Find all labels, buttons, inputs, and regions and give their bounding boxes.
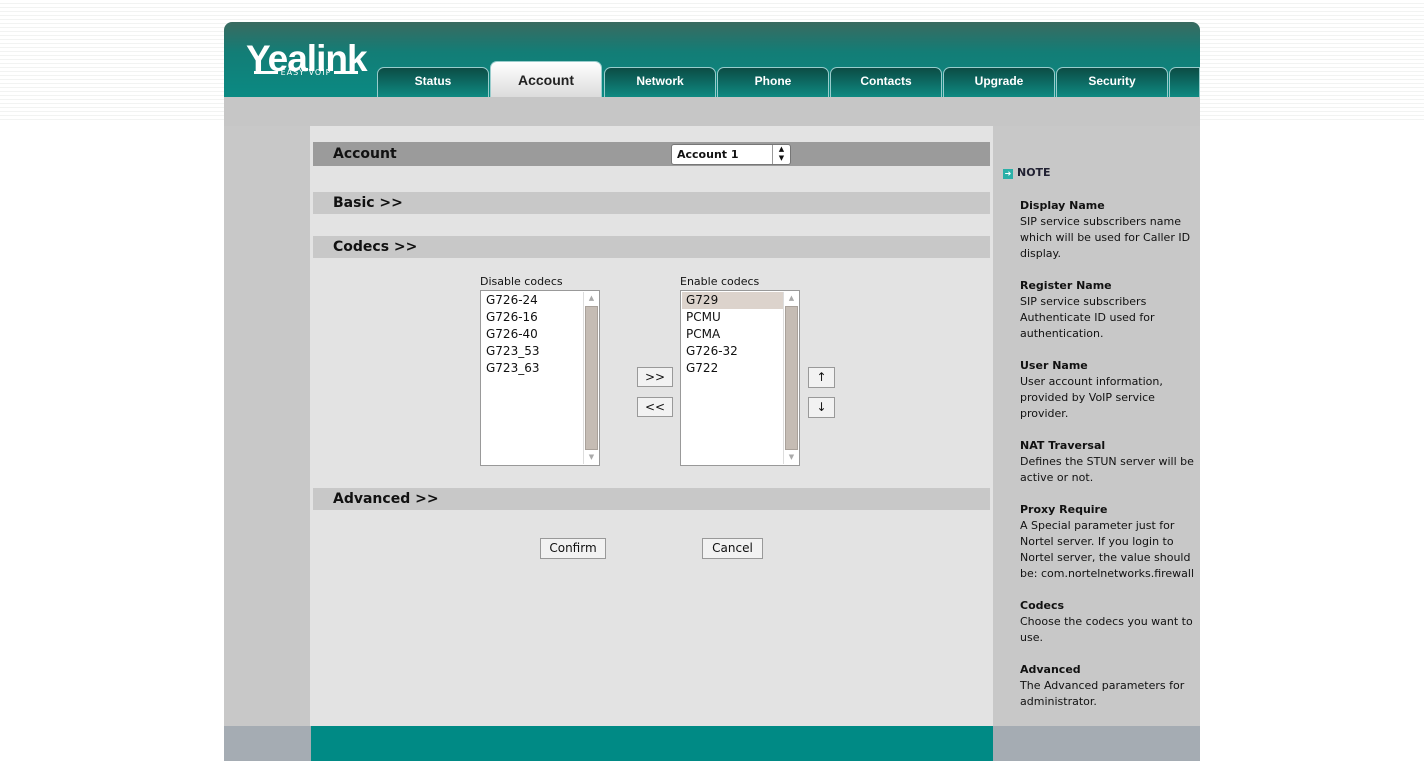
note-title: NOTE — [1017, 166, 1051, 179]
note-item: Codecs Choose the codecs you want to use. — [1020, 598, 1195, 646]
note-panel: ➜ NOTE Display Name SIP service subscriber… — [993, 126, 1200, 726]
note-item-title: User Name — [1020, 359, 1088, 372]
account-select-value: Account 1 — [677, 148, 739, 161]
note-item: User Name User account information, provi… — [1020, 358, 1195, 422]
cancel-button[interactable]: Cancel — [702, 538, 763, 559]
select-arrows-icon: ▲ ▼ — [772, 145, 790, 164]
note-item-title: Register Name — [1020, 279, 1112, 292]
note-item: Proxy Require A Special parameter just fo… — [1020, 502, 1195, 582]
disable-codecs-label: Disable codecs — [480, 275, 563, 288]
tab-network[interactable]: Network — [604, 67, 716, 97]
codec-option[interactable]: G726-16 — [482, 309, 583, 326]
note-item: NAT Traversal Defines the STUN server wil… — [1020, 438, 1195, 486]
enable-codec-button[interactable]: >> — [637, 367, 673, 387]
note-item-title: Proxy Require — [1020, 503, 1108, 516]
note-item-text: SIP service subscribers name which will … — [1020, 215, 1191, 260]
note-item-title: Advanced — [1020, 663, 1081, 676]
codecs-section-toggle[interactable]: Codecs >> — [313, 236, 990, 258]
tab-account[interactable]: Account — [490, 61, 602, 97]
logo-tagline: EASY VOIP — [248, 68, 364, 77]
note-item: Register Name SIP service subscribers Aut… — [1020, 278, 1195, 342]
header: Yealink EASY VOIP Status Account Network… — [224, 22, 1200, 97]
disable-codec-button[interactable]: << — [637, 397, 673, 417]
move-up-button[interactable]: ↑ — [808, 367, 835, 388]
note-item-text: SIP service subscribers Authenticate ID … — [1020, 295, 1155, 340]
left-column — [224, 126, 310, 726]
basic-section-toggle[interactable]: Basic >> — [313, 192, 990, 214]
codec-option[interactable]: PCMU — [682, 309, 783, 326]
scrollbar[interactable]: ▲ ▼ — [783, 292, 798, 464]
scroll-thumb[interactable] — [585, 306, 598, 450]
scroll-up-icon[interactable]: ▲ — [584, 292, 599, 305]
scroll-up-icon[interactable]: ▲ — [784, 292, 799, 305]
enabled-codecs-list[interactable]: G729 PCMU PCMA G726-32 G722 ▲ ▼ — [680, 290, 800, 466]
note-item-title: Codecs — [1020, 599, 1065, 612]
note-item-text: User account information, provided by Vo… — [1020, 375, 1163, 420]
scroll-down-icon[interactable]: ▼ — [584, 451, 599, 464]
codec-option[interactable]: G726-32 — [682, 343, 783, 360]
codec-option[interactable]: PCMA — [682, 326, 783, 343]
codec-option[interactable]: G722 — [682, 360, 783, 377]
disabled-codecs-list[interactable]: G726-24 G726-16 G726-40 G723_53 G723_63 ▲ ▼ — [480, 290, 600, 466]
footer-right — [993, 726, 1200, 761]
scroll-thumb[interactable] — [785, 306, 798, 450]
codec-option[interactable]: G726-40 — [482, 326, 583, 343]
move-down-button[interactable]: ↓ — [808, 397, 835, 418]
codec-option[interactable]: G723_53 — [482, 343, 583, 360]
note-item-title: Display Name — [1020, 199, 1105, 212]
note-item-text: Defines the STUN server will be active o… — [1020, 455, 1194, 484]
enable-codecs-label: Enable codecs — [680, 275, 760, 288]
scroll-down-icon[interactable]: ▼ — [784, 451, 799, 464]
account-title: Account — [333, 146, 397, 162]
footer — [311, 726, 993, 761]
codec-option[interactable]: G723_63 — [482, 360, 583, 377]
subheader-band — [224, 97, 1200, 126]
note-item: Display Name SIP service subscribers name… — [1020, 198, 1195, 262]
tab-upgrade[interactable]: Upgrade — [943, 67, 1055, 97]
codec-option[interactable]: G729 — [682, 292, 783, 309]
note-item-text: Choose the codecs you want to use. — [1020, 615, 1193, 644]
tab-phone[interactable]: Phone — [717, 67, 829, 97]
confirm-button[interactable]: Confirm — [540, 538, 606, 559]
page: Yealink EASY VOIP Status Account Network… — [224, 22, 1200, 761]
tab-partial — [1169, 67, 1200, 97]
note-item-text: The Advanced parameters for administrato… — [1020, 679, 1185, 708]
note-item: Advanced The Advanced parameters for admi… — [1020, 662, 1195, 710]
tab-security[interactable]: Security — [1056, 67, 1168, 97]
codec-option[interactable]: G726-24 — [482, 292, 583, 309]
tab-status[interactable]: Status — [377, 67, 489, 97]
footer-left — [224, 726, 311, 761]
note-item-text: A Special parameter just for Nortel serv… — [1020, 519, 1195, 580]
scrollbar[interactable]: ▲ ▼ — [583, 292, 598, 464]
main-panel: Account Account 1 ▲ ▼ Basic >> Codecs >> D… — [310, 126, 993, 726]
note-item-title: NAT Traversal — [1020, 439, 1106, 452]
arrow-right-icon: ➜ — [1003, 169, 1013, 179]
advanced-section-toggle[interactable]: Advanced >> — [313, 488, 990, 510]
note-heading: ➜ NOTE — [1003, 166, 1051, 179]
tab-contacts[interactable]: Contacts — [830, 67, 942, 97]
account-select[interactable]: Account 1 ▲ ▼ — [671, 144, 791, 165]
account-section-header: Account Account 1 ▲ ▼ — [313, 142, 990, 166]
